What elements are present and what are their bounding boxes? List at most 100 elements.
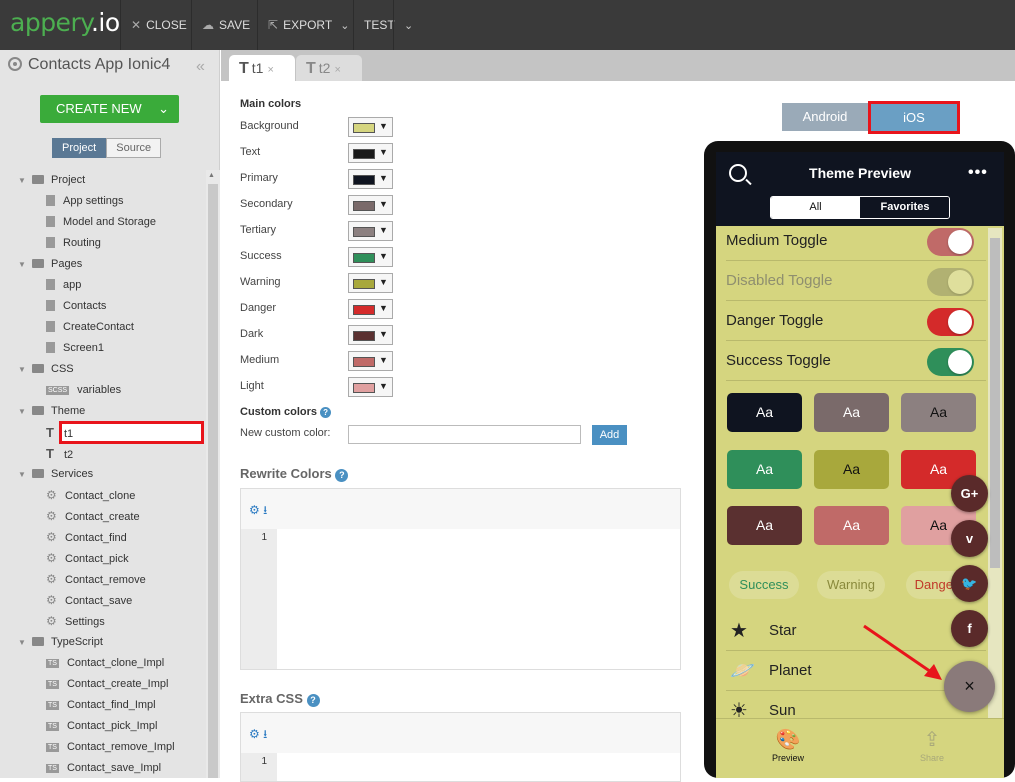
tree-item-contact-remove-impl[interactable]: TS Contact_remove_Impl <box>46 737 175 758</box>
tree-item-app[interactable]: app <box>46 275 81 296</box>
preview-color-button[interactable]: Aa <box>814 450 889 489</box>
more-icon[interactable]: ••• <box>968 164 988 182</box>
tree-item-settings[interactable]: ⚙ Settings <box>46 611 105 632</box>
fab-close-button[interactable]: × <box>944 661 995 712</box>
collapse-sidebar-icon[interactable]: « <box>196 58 205 76</box>
android-button[interactable]: Android <box>782 103 868 131</box>
tree-item-t2[interactable]: Tt2 <box>46 443 73 464</box>
tree-item-variables[interactable]: SCSS variables <box>46 380 121 401</box>
extra-css-editor[interactable]: ⚙ ⭳ 1 <box>240 712 681 782</box>
code-area[interactable] <box>277 753 680 781</box>
tree-item-contact-find-impl[interactable]: TS Contact_find_Impl <box>46 695 156 716</box>
add-color-button[interactable]: Add <box>592 425 627 445</box>
toggle-switch[interactable] <box>927 308 974 336</box>
tree-item-createcontact[interactable]: CreateContact <box>46 317 134 338</box>
tree-item-contacts[interactable]: Contacts <box>46 296 106 317</box>
color-picker-tertiary[interactable]: ▼ <box>348 221 393 241</box>
tree-item-t1[interactable]: Tt1 <box>46 422 73 443</box>
custom-color-input[interactable] <box>348 425 581 444</box>
tree-item-contact-find[interactable]: ⚙ Contact_find <box>46 527 127 548</box>
export-button[interactable]: ⇱ EXPORT ⌄ <box>257 0 353 50</box>
tab-preview[interactable]: 🎨 Preview <box>758 727 818 763</box>
tree-item-contact-remove[interactable]: ⚙ Contact_remove <box>46 569 146 590</box>
tree-item-contact-save[interactable]: ⚙ Contact_save <box>46 590 132 611</box>
scroll-up-icon[interactable]: ▲ <box>208 172 215 179</box>
preview-color-button[interactable]: Aa <box>814 393 889 432</box>
format-icon[interactable]: ⭳ <box>263 503 267 517</box>
preview-color-button[interactable]: Aa <box>727 506 802 545</box>
create-new-button[interactable]: CREATE NEW ⌄ <box>40 95 179 123</box>
toggle-switch[interactable] <box>927 228 974 256</box>
tree-item-typescript[interactable]: ▼ TypeScript <box>18 632 103 653</box>
tree-item-routing[interactable]: Routing <box>46 233 101 254</box>
tree-item-contact-create-impl[interactable]: TS Contact_create_Impl <box>46 674 168 695</box>
preview-color-button[interactable]: Aa <box>814 506 889 545</box>
tree-item-theme[interactable]: ▼ Theme <box>18 401 85 422</box>
toggle-switch[interactable] <box>927 268 974 296</box>
tree-item-contact-pick[interactable]: ⚙ Contact_pick <box>46 548 129 569</box>
preview-color-button[interactable]: Aa <box>727 393 802 432</box>
chip-success[interactable]: Success <box>729 571 799 599</box>
rewrite-colors-editor[interactable]: ⚙ ⭳ 1 <box>240 488 681 670</box>
tab-source[interactable]: Source <box>106 138 162 158</box>
ios-button[interactable]: iOS <box>868 101 960 134</box>
test-button[interactable]: TEST <box>353 0 395 50</box>
format-icon[interactable]: ⭳ <box>263 727 267 741</box>
color-picker-success[interactable]: ▼ <box>348 247 393 267</box>
expand-triangle-icon[interactable]: ▼ <box>18 632 28 653</box>
tab-project[interactable]: Project <box>52 138 107 158</box>
sidebar-scroll-thumb[interactable] <box>208 184 218 778</box>
tree-item-app-settings[interactable]: App settings <box>46 191 124 212</box>
settings-icon[interactable]: ⚙ <box>249 727 260 741</box>
color-picker-secondary[interactable]: ▼ <box>348 195 393 215</box>
tree-item-project[interactable]: ▼ Project <box>18 170 85 191</box>
tree-item-services[interactable]: ▼ Services <box>18 464 93 485</box>
facebook-fab[interactable]: f <box>951 610 988 647</box>
expand-triangle-icon[interactable]: ▼ <box>18 464 28 485</box>
preview-scroll-thumb[interactable] <box>990 238 1000 568</box>
tree-item-contact-save-impl[interactable]: TS Contact_save_Impl <box>46 758 161 778</box>
expand-triangle-icon[interactable]: ▼ <box>18 254 28 275</box>
tree-item-contact-pick-impl[interactable]: TS Contact_pick_Impl <box>46 716 157 737</box>
tab-t2[interactable]: Tt2 × <box>296 55 362 81</box>
help-icon[interactable]: ? <box>306 694 320 707</box>
twitter-fab[interactable]: 🐦 <box>951 565 988 602</box>
tree-item-model-and-storage[interactable]: Model and Storage <box>46 212 156 233</box>
chip-warning[interactable]: Warning <box>817 571 885 599</box>
toggle-switch[interactable] <box>927 348 974 376</box>
tree-item-pages[interactable]: ▼ Pages <box>18 254 82 275</box>
segment-all[interactable]: All <box>771 197 860 218</box>
preview-color-button[interactable]: Aa <box>901 393 976 432</box>
close-button[interactable]: ✕ CLOSE <box>120 0 191 50</box>
help-icon[interactable]: ? <box>335 469 349 482</box>
tree-item-contact-clone-impl[interactable]: TS Contact_clone_Impl <box>46 653 164 674</box>
test-dropdown[interactable]: ⌄ <box>393 0 423 50</box>
tab-share[interactable]: ⇪ Share <box>902 727 962 763</box>
color-picker-background[interactable]: ▼ <box>348 117 393 137</box>
color-picker-text[interactable]: ▼ <box>348 143 393 163</box>
tree-item-css[interactable]: ▼ CSS <box>18 359 74 380</box>
color-picker-danger[interactable]: ▼ <box>348 299 393 319</box>
color-picker-dark[interactable]: ▼ <box>348 325 393 345</box>
settings-icon[interactable]: ⚙ <box>249 503 260 517</box>
color-picker-light[interactable]: ▼ <box>348 377 393 397</box>
segment-favorites[interactable]: Favorites <box>860 197 949 218</box>
google-plus-fab[interactable]: G+ <box>951 475 988 512</box>
tree-item-screen1[interactable]: Screen1 <box>46 338 104 359</box>
tree-item-contact-create[interactable]: ⚙ Contact_create <box>46 506 140 527</box>
color-picker-warning[interactable]: ▼ <box>348 273 393 293</box>
close-tab-icon[interactable]: × <box>334 64 340 76</box>
code-area[interactable] <box>277 529 680 669</box>
expand-triangle-icon[interactable]: ▼ <box>18 170 28 191</box>
appery-logo[interactable]: appery.io <box>10 8 120 37</box>
tab-t1[interactable]: Tt1 × <box>229 55 295 81</box>
close-tab-icon[interactable]: × <box>267 64 273 76</box>
color-picker-primary[interactable]: ▼ <box>348 169 393 189</box>
expand-triangle-icon[interactable]: ▼ <box>18 401 28 422</box>
preview-color-button[interactable]: Aa <box>727 450 802 489</box>
color-picker-medium[interactable]: ▼ <box>348 351 393 371</box>
vimeo-fab[interactable]: v <box>951 520 988 557</box>
save-button[interactable]: ☁ SAVE <box>191 0 257 50</box>
tree-item-contact-clone[interactable]: ⚙ Contact_clone <box>46 485 135 506</box>
help-icon[interactable]: ? <box>320 407 332 418</box>
